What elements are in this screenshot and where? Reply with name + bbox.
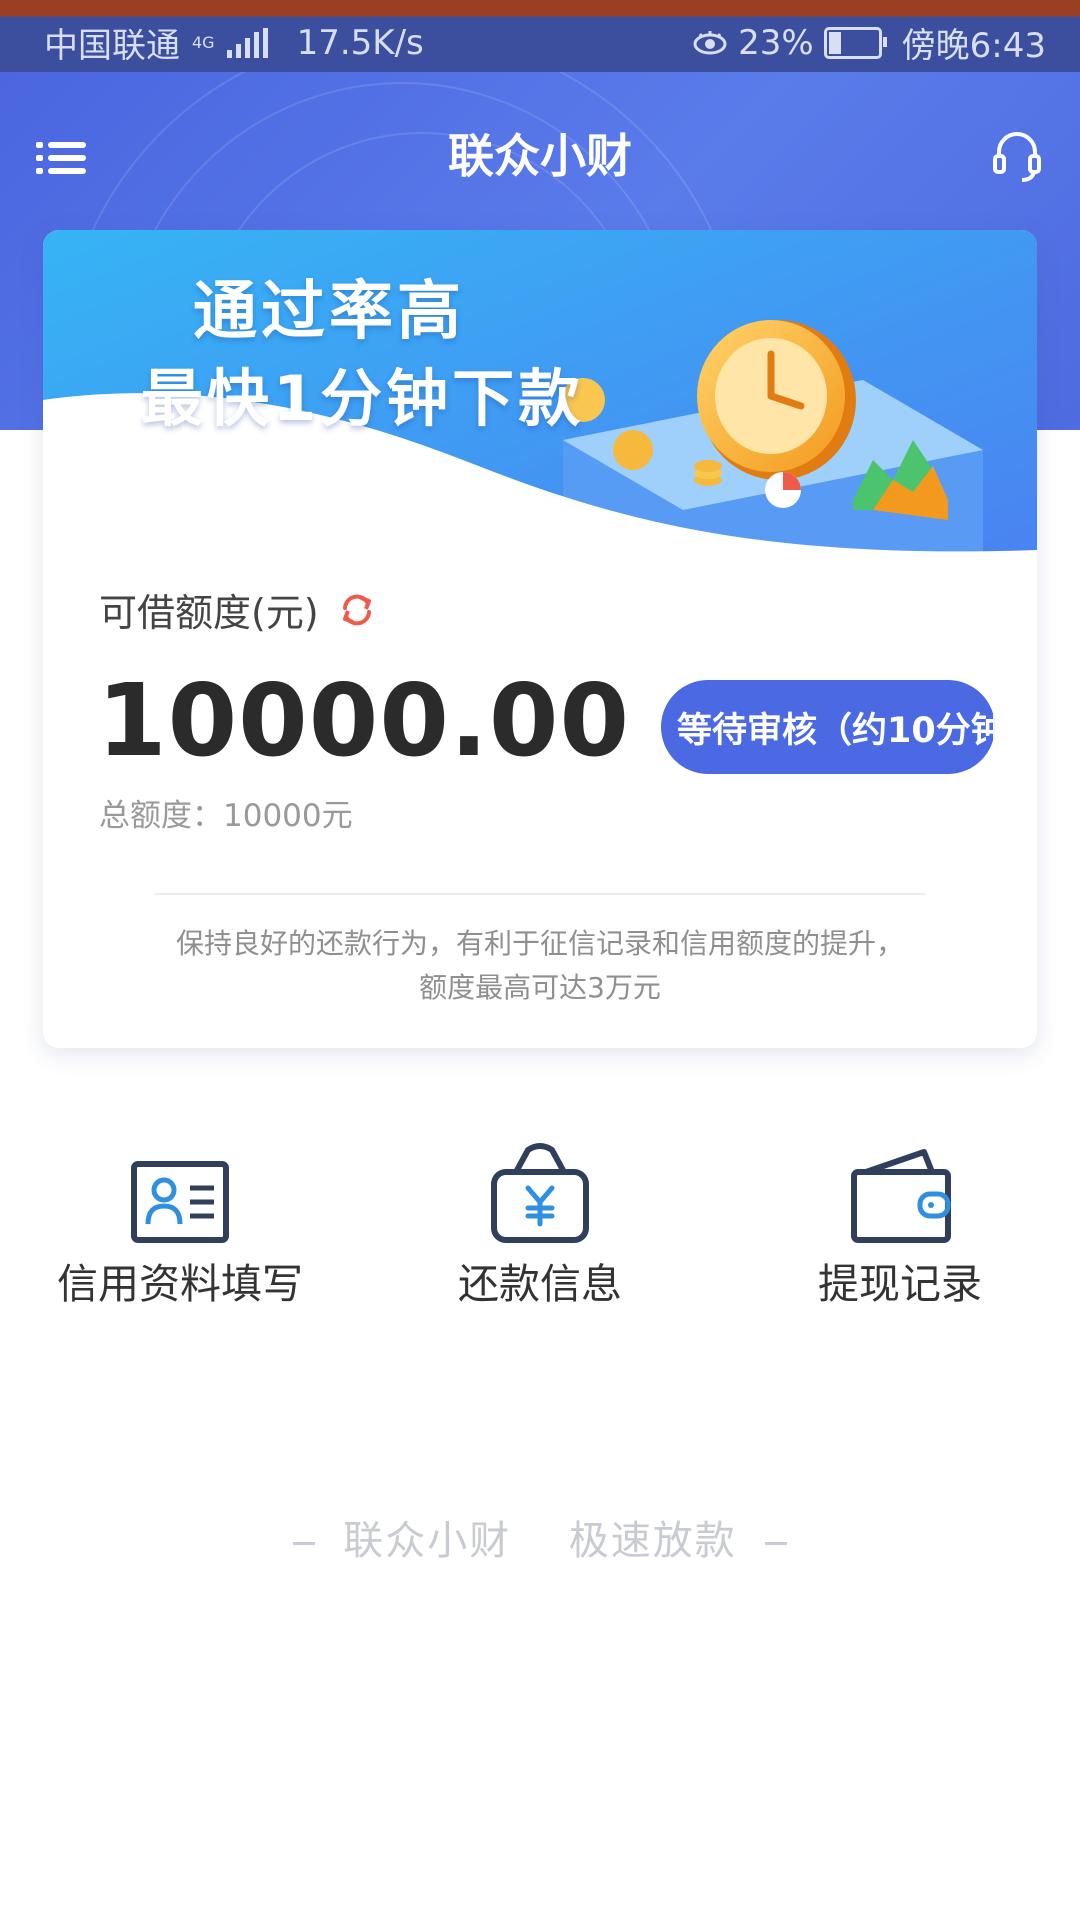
slogan-left: 联众小财 xyxy=(343,1518,512,1564)
divider xyxy=(155,893,925,895)
available-credit-text: 可借额度(元) xyxy=(99,591,319,635)
eye-comfort-icon xyxy=(693,30,727,54)
carousel-dot[interactable] xyxy=(977,566,991,580)
total-credit: 总额度：10000元 xyxy=(99,798,353,834)
action-label: 提现记录 xyxy=(818,1260,982,1308)
page-title: 联众小财 xyxy=(448,129,632,183)
credit-card: 通过率高 最快1分钟下款 可借额度(元) 10000.00 等待审核（约10分钟… xyxy=(43,230,1037,1048)
slogan-right: 极速放款 xyxy=(568,1518,737,1564)
credit-tip-line2: 额度最高可达3万元 xyxy=(419,971,661,1004)
carousel-dot-active[interactable] xyxy=(891,563,911,583)
carousel-dot[interactable] xyxy=(811,566,825,580)
headset-icon xyxy=(993,132,1041,182)
credit-tip-line1: 保持良好的还款行为，有利于征信记录和信用额度的提升， xyxy=(175,927,904,960)
footer-slogan: 联众小财 极速放款 xyxy=(0,1508,1080,1566)
refresh-icon[interactable] xyxy=(339,592,375,628)
review-status-label: 等待审核（约10分钟） xyxy=(677,710,995,751)
status-left: 中国联通 4G 17.5K/s xyxy=(44,18,424,67)
carrier-label: 中国联通 xyxy=(44,26,180,66)
battery-icon xyxy=(823,26,887,59)
review-status-button[interactable]: 等待审核（约10分钟） xyxy=(661,680,995,774)
network-type: 4G xyxy=(192,32,215,52)
slogan-dash xyxy=(292,1541,315,1545)
banner-headline: 通过率高 xyxy=(193,275,465,349)
carousel-dot[interactable] xyxy=(851,566,865,580)
battery-percent: 23% xyxy=(738,22,814,63)
banner-subheadline: 最快1分钟下款 xyxy=(141,362,585,435)
status-right: 23% 傍晚6:43 xyxy=(692,18,1046,67)
action-label: 信用资料填写 xyxy=(57,1260,303,1308)
status-bar: 中国联通 4G 17.5K/s 23% 傍晚6:43 xyxy=(0,0,1080,72)
repayment-bag-icon xyxy=(491,1143,589,1243)
available-credit-amount: 10000.00 xyxy=(97,662,631,779)
available-credit-label: 可借额度(元) xyxy=(99,582,375,637)
promo-banner[interactable]: 通过率高 最快1分钟下款 xyxy=(43,230,1037,630)
carousel-dot[interactable] xyxy=(937,566,951,580)
quick-actions: 信用资料填写 还款信息 提现记录 xyxy=(0,1120,1080,1320)
carousel-indicator xyxy=(811,563,991,583)
id-card-icon xyxy=(131,1161,229,1243)
network-speed: 17.5K/s xyxy=(296,22,424,63)
customer-service-button[interactable] xyxy=(992,128,1042,182)
signal-icon xyxy=(226,27,277,58)
clock: 傍晚6:43 xyxy=(901,26,1046,66)
action-label: 还款信息 xyxy=(458,1260,622,1308)
wallet-icon xyxy=(851,1149,951,1243)
slogan-dash xyxy=(765,1541,788,1545)
